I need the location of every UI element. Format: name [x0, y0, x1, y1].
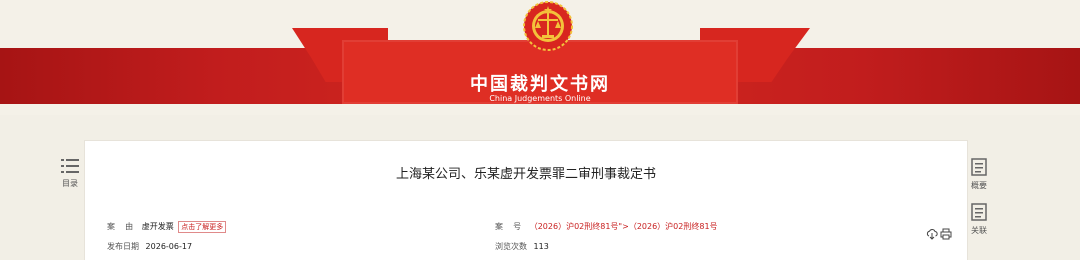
cloud-download-icon[interactable]: [926, 228, 938, 240]
court-emblem-icon[interactable]: [520, 0, 576, 54]
case-cause-value: 虚开发票: [141, 222, 174, 231]
site-header: 中国裁判文书网 China Judgements Online: [0, 0, 1080, 115]
views-row: 浏览次数 113: [495, 241, 549, 252]
toc-label: 目录: [62, 179, 78, 188]
publish-date-label: 发布日期: [107, 242, 139, 251]
publish-date-value: 2026-06-17: [145, 242, 193, 251]
document-panel: 上海某公司、乐某虚开发票罪二审刑事裁定书 案 由 虚开发票 点击了解更多 案 号…: [84, 140, 968, 260]
printer-icon[interactable]: [940, 228, 952, 240]
document-title: 上海某公司、乐某虚开发票罪二审刑事裁定书: [395, 167, 656, 182]
toc-button[interactable]: 目录: [56, 158, 84, 189]
views-value: 113: [533, 242, 549, 251]
case-cause-row: 案 由 虚开发票 点击了解更多: [107, 221, 227, 233]
learn-more-button[interactable]: 点击了解更多: [178, 221, 227, 233]
case-number-label: 案 号: [495, 222, 522, 231]
case-number-row: 案 号 （2026）沪02刑终81号">（2026）沪02刑终81号: [495, 221, 718, 232]
document-tools: [926, 228, 952, 240]
case-number-value: （2026）沪02刑终81号">（2026）沪02刑终81号: [529, 222, 718, 231]
summary-button[interactable]: 概要: [964, 158, 994, 191]
document-icon: [971, 158, 987, 176]
views-label: 浏览次数: [495, 242, 527, 251]
list-icon: [61, 159, 79, 173]
publish-date-row: 发布日期 2026-06-17: [107, 241, 192, 252]
related-label: 关联: [971, 226, 987, 235]
site-title: 中国裁判文书网: [470, 74, 610, 95]
summary-label: 概要: [971, 181, 987, 190]
case-cause-label: 案 由: [107, 222, 134, 231]
site-subtitle: China Judgements Online: [489, 94, 591, 103]
document-icon: [971, 203, 987, 221]
related-button[interactable]: 关联: [964, 203, 994, 236]
